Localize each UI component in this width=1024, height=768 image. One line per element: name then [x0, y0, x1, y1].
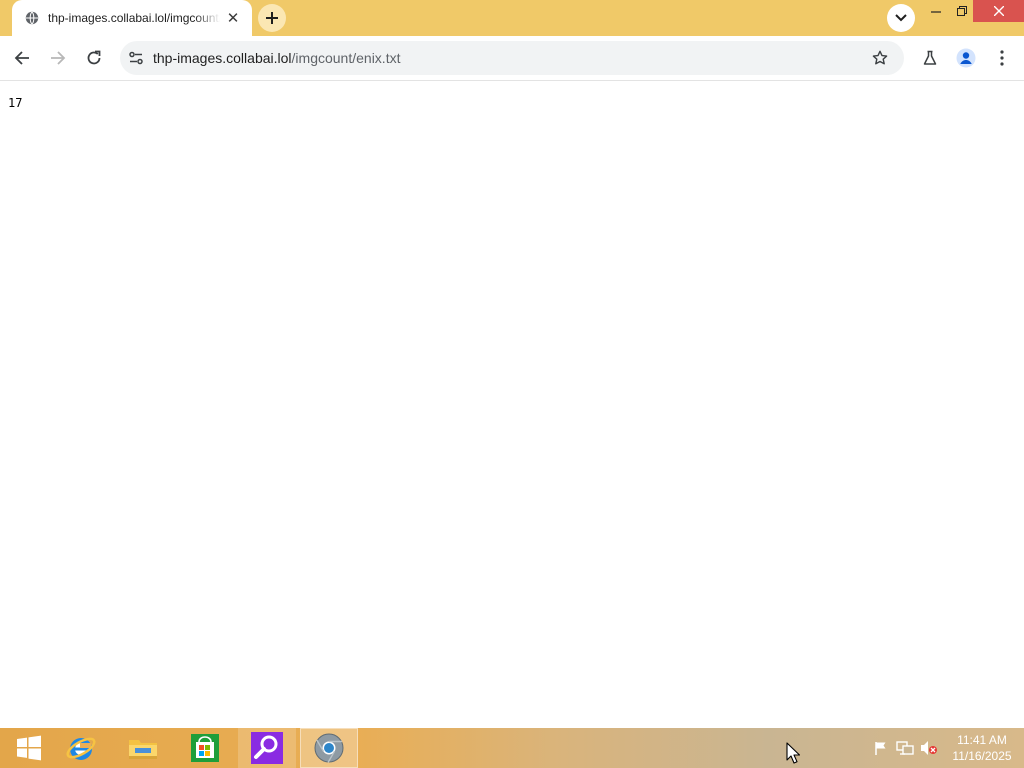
taskbar: 11:41 AM 11/16/2025: [0, 728, 1024, 768]
close-window-button[interactable]: [973, 0, 1024, 22]
tab-strip: thp-images.collabai.lol/imgcount/enix.tx…: [0, 0, 1024, 36]
close-icon: [993, 6, 1004, 16]
plus-icon: [266, 12, 278, 24]
site-info-button[interactable]: [122, 44, 150, 72]
new-tab-button[interactable]: [258, 4, 286, 32]
taskbar-internet-explorer[interactable]: [52, 728, 110, 768]
action-center-flag-icon[interactable]: [872, 740, 890, 756]
restore-icon: [957, 6, 967, 16]
network-icon[interactable]: [896, 740, 914, 756]
mouse-cursor-icon: [786, 742, 800, 764]
more-vert-icon: [1000, 50, 1004, 66]
arrow-right-icon: [51, 51, 66, 65]
volume-muted-icon[interactable]: [920, 740, 938, 756]
tune-icon: [129, 51, 143, 65]
profile-button[interactable]: [952, 44, 980, 72]
menu-button[interactable]: [988, 44, 1016, 72]
minimize-button[interactable]: [922, 0, 950, 22]
forward-button[interactable]: [44, 44, 72, 72]
url-host: thp-images.collabai.lol: [153, 50, 292, 66]
file-explorer-icon: [129, 740, 157, 759]
tab-close-icon[interactable]: ✕: [224, 9, 242, 27]
tab-title: thp-images.collabai.lol/imgcount/enix.tx…: [48, 11, 220, 25]
minimize-icon: [931, 11, 941, 13]
start-button[interactable]: [0, 728, 58, 768]
store-icon: [191, 734, 219, 762]
browser-toolbar: thp-images.collabai.lol/imgcount/enix.tx…: [0, 36, 1024, 81]
back-button[interactable]: [8, 44, 36, 72]
avatar-icon: [956, 48, 976, 68]
reload-button[interactable]: [80, 44, 108, 72]
chrome-icon: [314, 733, 344, 763]
tab-search-button[interactable]: [887, 4, 915, 32]
tab-active[interactable]: thp-images.collabai.lol/imgcount/enix.tx…: [12, 0, 252, 36]
page-content: 17: [0, 82, 1024, 728]
address-bar[interactable]: thp-images.collabai.lol/imgcount/enix.tx…: [120, 41, 904, 75]
search-app-icon: [251, 732, 283, 764]
url-path: /imgcount/enix.txt: [291, 50, 401, 66]
taskbar-search-app[interactable]: [238, 728, 296, 768]
taskbar-clock[interactable]: 11:41 AM 11/16/2025: [946, 732, 1018, 764]
labs-button[interactable]: [916, 44, 944, 72]
restore-button[interactable]: [948, 0, 976, 22]
bookmark-button[interactable]: [866, 44, 894, 72]
reload-icon: [87, 50, 101, 65]
arrow-left-icon: [14, 51, 29, 65]
clock-date: 11/16/2025: [952, 749, 1012, 763]
flask-icon: [923, 50, 937, 65]
text-content: 17: [8, 96, 23, 110]
taskbar-store[interactable]: [176, 728, 234, 768]
taskbar-file-explorer[interactable]: [114, 728, 172, 768]
start-icon: [17, 735, 41, 761]
url-text[interactable]: thp-images.collabai.lol/imgcount/enix.tx…: [153, 50, 400, 66]
clock-time: 11:41 AM: [957, 733, 1007, 747]
internet-explorer-icon: [66, 737, 96, 760]
globe-icon: [24, 10, 40, 26]
taskbar-chrome[interactable]: [300, 728, 358, 768]
star-icon: [872, 50, 888, 65]
chevron-down-icon: [895, 14, 907, 22]
